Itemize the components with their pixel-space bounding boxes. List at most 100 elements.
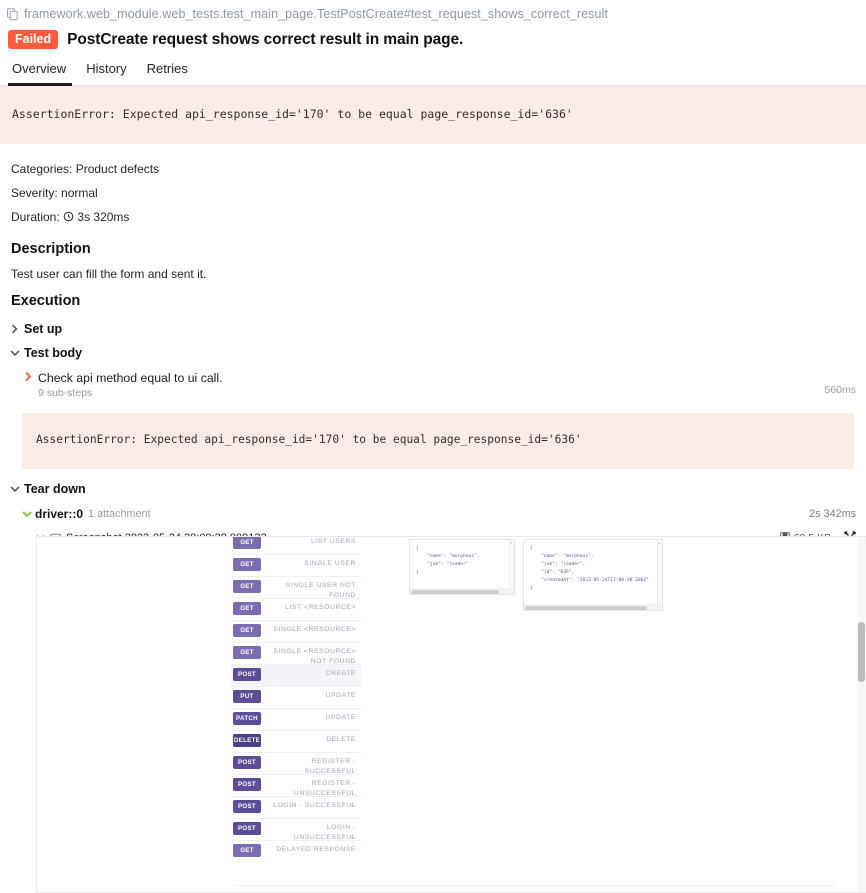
api-endpoint-name: DELAYED RESPONSE (276, 846, 356, 853)
api-endpoint-name: UPDATE (325, 692, 356, 699)
tab-history-label: History (86, 61, 127, 77)
api-endpoint-method-badge: GET (233, 602, 261, 615)
test-result-page: framework.web_module.web_tests.test_main… (0, 0, 866, 893)
api-endpoint-method-badge: GET (233, 844, 261, 857)
api-endpoint-row[interactable]: GET SINGLE <RESOURCE> NOT FOUND (231, 642, 361, 666)
scroll-thumb[interactable] (411, 590, 499, 594)
scroll-thumb[interactable] (858, 622, 865, 682)
duration-value: 3s 320ms (77, 210, 130, 225)
api-endpoint-row[interactable]: POST LOGIN - UNSUCCESSFUL (231, 818, 361, 842)
execution-node-tear-down[interactable]: Tear down (0, 469, 866, 501)
screenshot-bottom-rule (233, 885, 836, 886)
driver-step-label: driver::0 (35, 506, 84, 521)
api-endpoint-name: SINGLE <RESOURCE> (273, 626, 356, 633)
test-step-substeps: 9 sub-steps (38, 387, 93, 400)
api-endpoint-name: LIST USERS (310, 538, 356, 545)
response-json-code: { "name": "morpheus", "job": "leader", "… (530, 546, 649, 592)
api-endpoint-row[interactable]: PATCH UPDATE (231, 708, 361, 730)
api-endpoint-row[interactable]: POST LOGIN - SUCCESSFUL (231, 796, 361, 818)
attachment-screenshot-viewport[interactable]: GET LIST USERS GET SINGLE USER GET SINGLE USE… (36, 536, 866, 893)
api-endpoint-row[interactable]: DELETE DELETE (231, 730, 361, 752)
api-endpoint-row[interactable]: POST CREATE (231, 664, 361, 686)
api-endpoint-method-badge: GET (233, 580, 261, 593)
chevron-down-icon (8, 349, 21, 357)
api-endpoint-method-badge: PUT (233, 690, 261, 703)
test-step-body: Check api method equal to ui call. 9 sub… (38, 371, 824, 399)
api-endpoint-method-badge: GET (233, 624, 261, 637)
execution-node-setup-label: Set up (24, 322, 63, 337)
categories-line: Categories: Product defects (11, 162, 160, 177)
breadcrumb-path: framework.web_module.web_tests.test_main… (24, 7, 609, 21)
api-endpoint-row[interactable]: GET SINGLE USER (231, 554, 361, 576)
request-json-panel: { "name": "morpheus", "job": "leader" } (409, 539, 515, 595)
test-step-name: Check api method equal to ui call. (38, 371, 223, 386)
duration-line: Duration: 3s 320ms (11, 205, 866, 229)
api-endpoint-row[interactable]: GET LIST <RESOURCE> (231, 598, 361, 620)
api-endpoint-row[interactable]: PUT UPDATE (231, 686, 361, 708)
response-json-hscrollbar[interactable] (524, 604, 662, 610)
api-endpoint-method-badge: PATCH (233, 712, 261, 725)
driver-step-duration: 2s 342ms (809, 507, 856, 520)
api-endpoint-name: SINGLE <RESOURCE> NOT FOUND (273, 648, 356, 666)
driver-step-attachment-count: 1 attachment (88, 507, 151, 520)
execution-node-test-body-label: Test body (24, 346, 83, 361)
tab-bar: Overview History Retries (0, 49, 866, 87)
request-json-vscrollbar[interactable] (509, 540, 514, 588)
api-endpoint-method-badge: POST (233, 822, 261, 835)
meta-block: Categories: Product defects Severity: no… (0, 144, 866, 229)
api-endpoint-row[interactable]: POST REGISTER - SUCCESSFUL (231, 752, 361, 776)
chevron-down-icon (8, 485, 21, 493)
api-endpoint-method-badge: GET (233, 646, 261, 659)
tab-overview[interactable]: Overview (8, 61, 80, 87)
tab-history[interactable]: History (80, 61, 140, 86)
api-endpoint-name: REGISTER - SUCCESSFUL (304, 758, 356, 776)
clock-icon (63, 211, 74, 225)
chevron-right-icon (8, 324, 21, 334)
tab-retries[interactable]: Retries (141, 61, 202, 86)
request-json-hscrollbar[interactable] (410, 588, 514, 594)
breadcrumb[interactable]: framework.web_module.web_tests.test_main… (0, 0, 866, 21)
page-title: PostCreate request shows correct result … (67, 30, 464, 48)
request-json-code: { "name": "morpheus", "job": "leader" } (416, 546, 480, 576)
api-endpoint-name: DELETE (326, 736, 356, 743)
api-endpoint-method-badge: DELETE (233, 734, 261, 747)
api-endpoint-row[interactable]: GET SINGLE USER NOT FOUND (231, 576, 361, 599)
api-endpoint-name: LOGIN - UNSUCCESSFUL (293, 824, 356, 842)
title-row: Failed PostCreate request shows correct … (0, 21, 866, 50)
attachment-screenshot-image: GET LIST USERS GET SINGLE USER GET SINGLE USE… (37, 537, 866, 892)
response-json-vscrollbar[interactable] (657, 540, 662, 604)
execution-tree: Set up Test body Check api method equal … (0, 311, 866, 555)
api-endpoint-method-badge: POST (233, 800, 261, 813)
api-endpoint-row[interactable]: GET SINGLE <RESOURCE> (231, 620, 361, 642)
api-endpoint-list: GET LIST USERS GET SINGLE USER GET SINGLE USE… (231, 537, 361, 862)
scroll-thumb[interactable] (525, 606, 647, 610)
api-endpoint-method-badge: POST (233, 668, 261, 681)
copy-icon[interactable] (6, 7, 19, 21)
attachment-scrollbar[interactable] (857, 537, 866, 892)
execution-node-setup[interactable]: Set up (0, 317, 866, 341)
severity-line: Severity: normal (11, 186, 98, 201)
api-endpoint-row[interactable]: GET DELAYED RESPONSE (231, 840, 361, 862)
api-endpoint-row[interactable]: GET LIST USERS (231, 537, 361, 554)
test-step-error: AssertionError: Expected api_response_id… (22, 413, 854, 469)
api-endpoint-method-badge: POST (233, 756, 261, 769)
chevron-right-failed-icon (24, 371, 38, 385)
execution-node-tear-down-label: Tear down (24, 481, 86, 496)
chevron-down-passed-icon (22, 507, 35, 521)
api-endpoint-row[interactable]: POST REGISTER - UNSUCCESSFUL (231, 774, 361, 798)
description-heading: Description (11, 241, 91, 258)
tab-retries-label: Retries (146, 61, 188, 77)
execution-heading: Execution (11, 293, 81, 310)
api-endpoint-name: REGISTER - UNSUCCESSFUL (293, 780, 356, 798)
api-endpoint-name: CREATE (325, 670, 356, 677)
api-endpoint-method-badge: GET (233, 537, 261, 549)
driver-step-row[interactable]: driver::0 1 attachment 2s 342ms (0, 501, 866, 525)
test-step-duration: 560ms (824, 384, 856, 397)
status-badge: Failed (8, 30, 59, 50)
duration-label: Duration: (11, 210, 60, 225)
api-endpoint-name: SINGLE USER (304, 560, 356, 567)
api-endpoint-name: UPDATE (325, 714, 356, 721)
test-step-row[interactable]: Check api method equal to ui call. 9 sub… (0, 365, 866, 401)
execution-node-test-body[interactable]: Test body (0, 341, 866, 365)
response-json-panel: { "name": "morpheus", "job": "leader", "… (523, 539, 663, 611)
